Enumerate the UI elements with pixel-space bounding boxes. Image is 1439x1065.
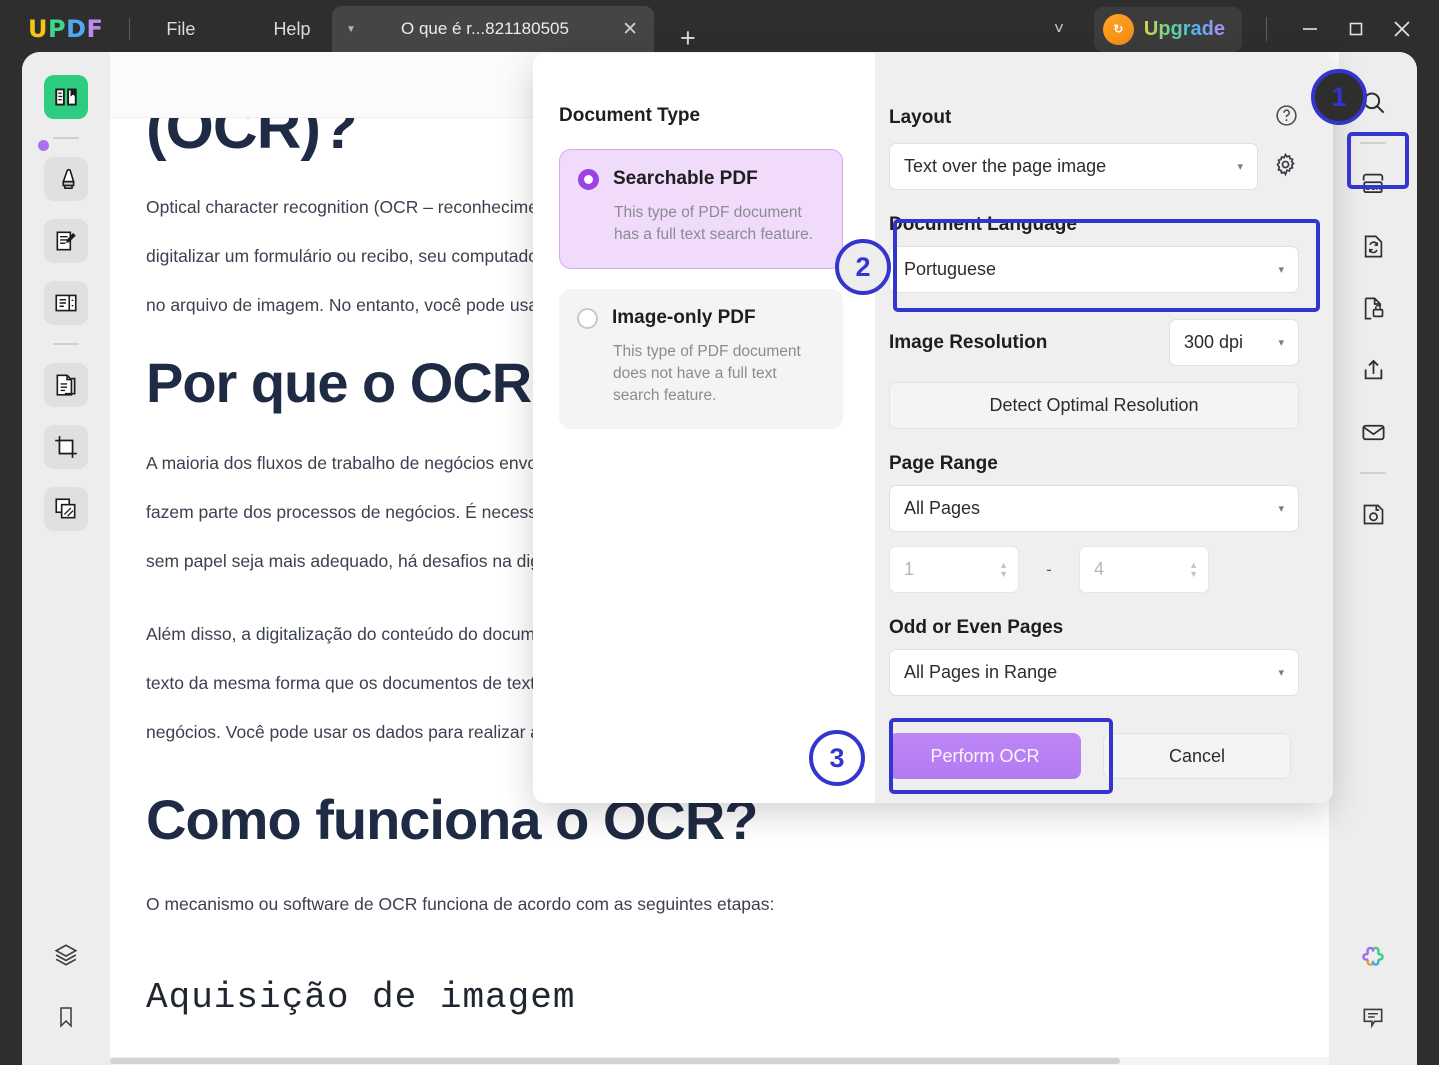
comments-panel[interactable] bbox=[1351, 995, 1395, 1039]
logo-divider bbox=[129, 18, 131, 40]
chevron-down-icon: ▾ bbox=[1278, 337, 1284, 349]
option-image-only-pdf[interactable]: Image-only PDF This type of PDF document… bbox=[559, 289, 843, 429]
unsaved-indicator-dot bbox=[38, 140, 49, 151]
tab-title: O que é r...821180505 bbox=[401, 19, 569, 38]
document-language-value: Portuguese bbox=[904, 259, 997, 279]
window-controls-divider bbox=[1266, 17, 1267, 41]
right-sidebar: OCR bbox=[1329, 52, 1417, 1065]
sidebar-item-bookmarks[interactable] bbox=[44, 995, 88, 1039]
detect-optimal-resolution-button[interactable]: Detect Optimal Resolution bbox=[889, 382, 1299, 429]
ocr-settings-panel: Layout Text over the page image ▾ Docume… bbox=[875, 53, 1333, 803]
layout-label: Layout bbox=[889, 107, 952, 128]
new-tab-button[interactable]: + bbox=[674, 25, 702, 52]
left-sidebar bbox=[22, 52, 110, 1065]
upgrade-badge-icon: ↻ bbox=[1102, 13, 1134, 45]
maximize-button[interactable] bbox=[1333, 0, 1379, 58]
document-type-title: Document Type bbox=[559, 105, 701, 126]
image-resolution-label: Image Resolution bbox=[889, 331, 1048, 353]
toolbar-divider bbox=[1360, 142, 1386, 144]
spinner-arrows-icon[interactable]: ▲ ▼ bbox=[999, 560, 1008, 579]
image-resolution-value: 300 dpi bbox=[1184, 332, 1244, 352]
page-range-to-value: 4 bbox=[1094, 559, 1105, 579]
page-range-label: Page Range bbox=[889, 453, 998, 474]
option-image-only-pdf-label: Image-only PDF bbox=[612, 307, 756, 328]
toolbar-convert[interactable] bbox=[1351, 224, 1395, 268]
toolbar-save-as[interactable] bbox=[1351, 492, 1395, 536]
sidebar-item-crop[interactable] bbox=[44, 425, 88, 469]
radio-searchable-pdf[interactable] bbox=[578, 168, 599, 190]
window-controls-group: ˅ ↻ Upgrade bbox=[1040, 0, 1439, 58]
page-range-select[interactable]: All Pages ▾ bbox=[889, 485, 1299, 532]
svg-text:OCR: OCR bbox=[1365, 183, 1382, 192]
sidebar-item-compare[interactable] bbox=[44, 487, 88, 531]
menu-help[interactable]: Help bbox=[259, 13, 324, 46]
sidebar-divider bbox=[53, 343, 79, 345]
range-separator: - bbox=[1046, 559, 1052, 579]
tab-dropdown-icon[interactable]: ▼ bbox=[346, 24, 356, 35]
sidebar-item-reader[interactable] bbox=[44, 75, 88, 119]
chevron-down-icon: ▾ bbox=[1278, 667, 1284, 679]
help-icon[interactable] bbox=[1274, 103, 1299, 133]
cancel-button[interactable]: Cancel bbox=[1103, 733, 1291, 779]
upgrade-label: Upgrade bbox=[1143, 17, 1225, 40]
doc-paragraph: O mecanismo ou software de OCR funciona … bbox=[146, 894, 775, 914]
option-searchable-pdf-label: Searchable PDF bbox=[613, 168, 758, 189]
chevron-down-icon: ▾ bbox=[1237, 161, 1243, 173]
tab-close-icon[interactable]: ✕ bbox=[616, 18, 644, 41]
upgrade-button[interactable]: ↻ Upgrade bbox=[1093, 6, 1242, 52]
sidebar-item-annotate[interactable] bbox=[44, 157, 88, 201]
sidebar-item-form[interactable] bbox=[44, 281, 88, 325]
menu-file[interactable]: File bbox=[152, 13, 209, 46]
page-range-from-input[interactable]: 1 ▲ ▼ bbox=[889, 546, 1019, 593]
odd-even-value: All Pages in Range bbox=[904, 662, 1058, 682]
toolbar-ocr[interactable]: OCR bbox=[1351, 162, 1395, 206]
document-language-label: Document Language bbox=[889, 214, 1077, 235]
title-bar: UPDF File Help ▼ O que é r...821180505 ✕… bbox=[0, 0, 1439, 58]
layout-value: Text over the page image bbox=[904, 156, 1107, 176]
page-range-from-value: 1 bbox=[904, 559, 915, 579]
chevron-down-icon[interactable]: ˅ bbox=[1040, 13, 1078, 45]
updf-application-window: UPDF File Help ▼ O que é r...821180505 ✕… bbox=[0, 0, 1439, 1065]
option-searchable-pdf[interactable]: Searchable PDF This type of PDF document… bbox=[559, 149, 843, 269]
toolbar-share[interactable] bbox=[1351, 348, 1395, 392]
option-image-only-pdf-desc: This type of PDF document does not have … bbox=[613, 343, 801, 404]
perform-ocr-button[interactable]: Perform OCR bbox=[889, 733, 1081, 779]
radio-image-only-pdf[interactable] bbox=[577, 307, 598, 329]
ai-assistant[interactable] bbox=[1351, 933, 1395, 977]
image-resolution-select[interactable]: 300 dpi ▾ bbox=[1169, 319, 1299, 366]
odd-even-label: Odd or Even Pages bbox=[889, 617, 1064, 638]
horizontal-scrollbar[interactable] bbox=[110, 1057, 1339, 1065]
dialog-footer: Perform OCR Cancel bbox=[889, 733, 1299, 779]
page-range-value: All Pages bbox=[904, 498, 981, 518]
sidebar-item-layers[interactable] bbox=[44, 933, 88, 977]
sidebar-divider bbox=[53, 137, 79, 139]
option-searchable-pdf-desc: This type of PDF document has a full tex… bbox=[614, 204, 814, 243]
toolbar-protect[interactable] bbox=[1351, 286, 1395, 330]
toolbar-email[interactable] bbox=[1351, 410, 1395, 454]
chevron-down-icon: ▾ bbox=[1278, 264, 1284, 276]
sidebar-item-edit-pdf[interactable] bbox=[44, 219, 88, 263]
tab-strip: ▼ O que é r...821180505 ✕ + bbox=[332, 6, 702, 52]
ocr-dialog: Document Type Searchable PDF This type o… bbox=[533, 53, 1333, 803]
document-language-select[interactable]: Portuguese ▾ bbox=[889, 246, 1299, 293]
layout-select[interactable]: Text over the page image ▾ bbox=[889, 143, 1258, 190]
spinner-arrows-icon[interactable]: ▲ ▼ bbox=[1189, 560, 1198, 579]
toolbar-divider bbox=[1360, 472, 1386, 474]
close-window-button[interactable] bbox=[1379, 0, 1425, 58]
document-type-panel: Document Type Searchable PDF This type o… bbox=[533, 53, 875, 803]
chevron-down-icon: ▾ bbox=[1278, 503, 1284, 515]
toolbar-search[interactable] bbox=[1351, 80, 1395, 124]
gear-icon[interactable] bbox=[1272, 151, 1299, 183]
document-tab[interactable]: ▼ O que é r...821180505 ✕ bbox=[332, 6, 654, 52]
sidebar-item-organize-pages[interactable] bbox=[44, 363, 88, 407]
doc-heading-4: Aquisição de imagem bbox=[146, 977, 576, 1018]
updf-logo: UPDF bbox=[28, 15, 104, 43]
page-range-to-input[interactable]: 4 ▲ ▼ bbox=[1079, 546, 1209, 593]
minimize-button[interactable] bbox=[1287, 0, 1333, 58]
odd-even-select[interactable]: All Pages in Range ▾ bbox=[889, 649, 1299, 696]
